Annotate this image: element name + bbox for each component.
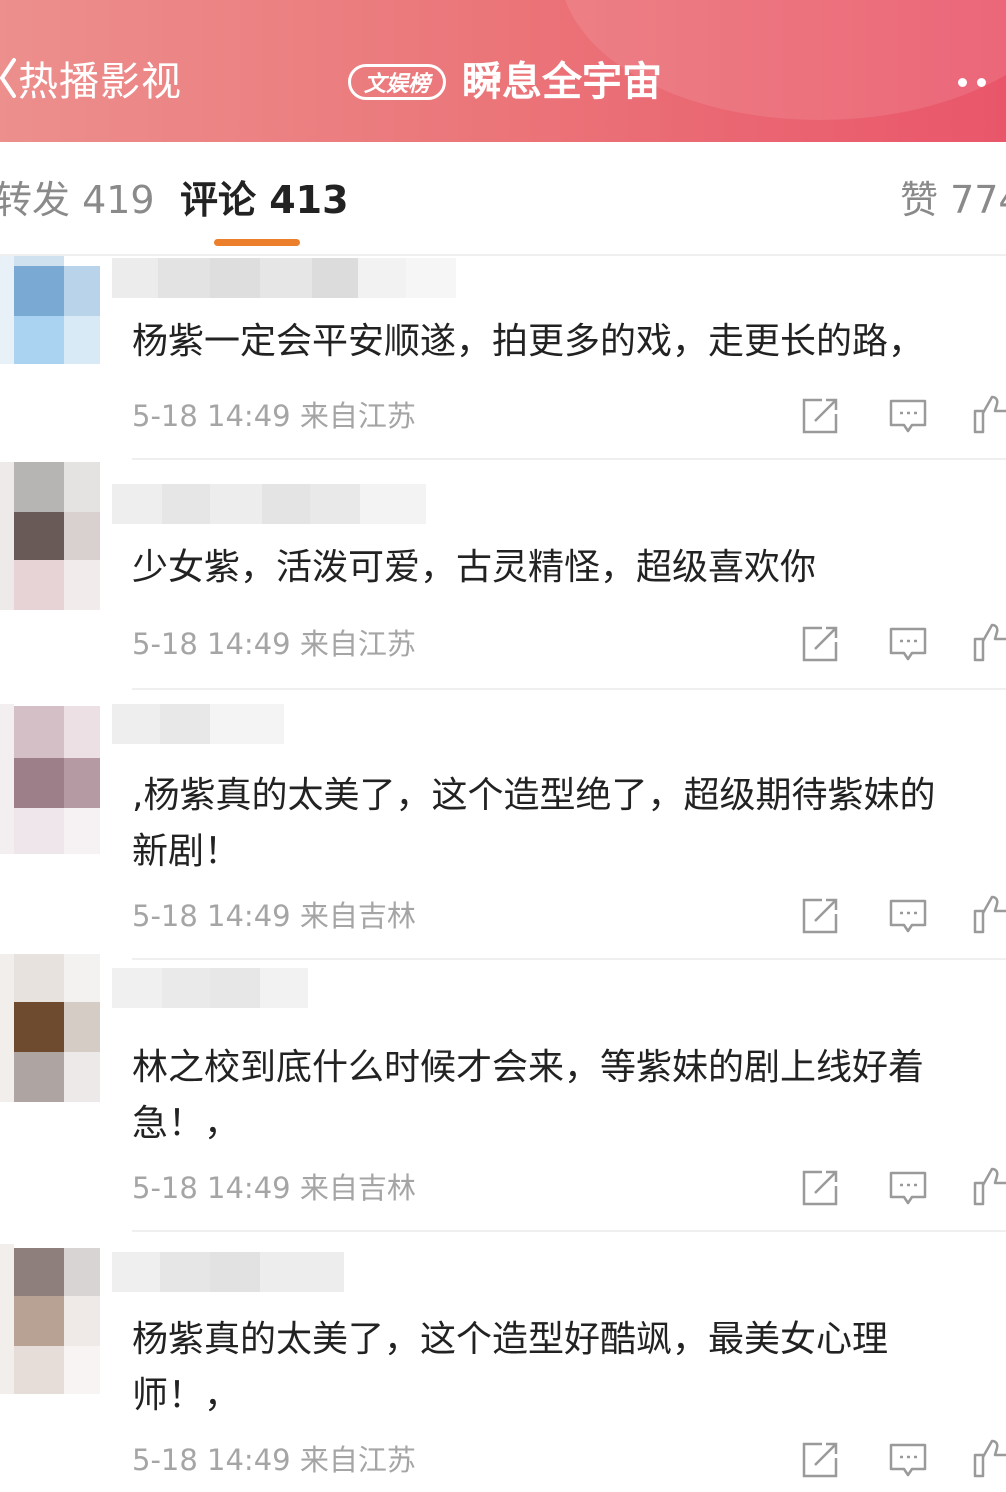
comment-item: 林之校到底什么时候才会来，等紫妹的剧上线好着 急！， 5-18 14:49 来自… — [0, 954, 1006, 1232]
username-blurred[interactable] — [112, 258, 456, 298]
comment-item: 少女紫，活泼可爱，古灵精怪，超级喜欢你 5-18 14:49 来自江苏 — [0, 462, 1006, 690]
username-blurred[interactable] — [112, 968, 308, 1008]
comment-item: 杨紫真的太美了，这个造型好酷飒，最美女心理 师！， 5-18 14:49 来自江… — [0, 1244, 1006, 1492]
share-icon[interactable] — [800, 1440, 840, 1480]
username-blurred[interactable] — [112, 484, 426, 524]
avatar[interactable] — [0, 1244, 100, 1394]
topic-title: 瞬息全宇宙 — [462, 59, 662, 105]
comment-meta: 5-18 14:49 来自江苏 — [132, 1440, 416, 1480]
reply-icon[interactable] — [888, 396, 928, 436]
comment-time: 5-18 14:49 — [132, 1443, 291, 1477]
more-options-icon[interactable] — [958, 72, 1006, 92]
reply-icon[interactable] — [888, 1440, 928, 1480]
comment-divider — [132, 688, 1006, 690]
comment-text: ,杨紫真的太美了，这个造型绝了，超级期待紫妹的 新剧！ — [132, 775, 936, 872]
avatar[interactable] — [0, 256, 100, 406]
comment-divider — [132, 458, 1006, 460]
comment-time: 5-18 14:49 — [132, 899, 291, 933]
like-icon[interactable] — [972, 1438, 1006, 1478]
like-icon[interactable] — [972, 622, 1006, 662]
like-icon[interactable] — [972, 394, 1006, 434]
share-icon[interactable] — [800, 1168, 840, 1208]
comment-text: 杨紫一定会平安顺遂，拍更多的戏，走更长的路， — [132, 321, 925, 362]
comment-text: 杨紫真的太美了，这个造型好酷飒，最美女心理 师！， — [132, 1319, 889, 1416]
comment-location: 来自吉林 — [299, 899, 416, 933]
comment-time: 5-18 14:49 — [132, 1171, 291, 1205]
avatar[interactable] — [0, 462, 100, 612]
share-icon[interactable] — [800, 624, 840, 664]
comment-meta: 5-18 14:49 来自吉林 — [132, 1168, 416, 1208]
comment-meta: 5-18 14:49 来自江苏 — [132, 624, 416, 664]
reply-icon[interactable] — [888, 896, 928, 936]
comment-text: 少女紫，活泼可爱，古灵精怪，超级喜欢你 — [132, 547, 817, 588]
share-icon[interactable] — [800, 896, 840, 936]
comment-item: ,杨紫真的太美了，这个造型绝了，超级期待紫妹的 新剧！ 5-18 14:49 来… — [0, 704, 1006, 960]
tab-bar: 转发 419 评论 413 赞 774 — [0, 142, 1006, 254]
comment-location: 来自江苏 — [299, 1443, 416, 1477]
back-arrow-icon[interactable] — [0, 58, 16, 98]
tab-repost[interactable]: 转发 419 — [0, 174, 155, 226]
reply-icon[interactable] — [888, 1168, 928, 1208]
like-icon[interactable] — [972, 1166, 1006, 1206]
top-bar: 热播影视 文娱榜 瞬息全宇宙 — [0, 0, 1006, 142]
comment-item: 杨紫一定会平安顺遂，拍更多的戏，走更长的路， 5-18 14:49 来自江苏 — [0, 256, 1006, 462]
share-icon[interactable] — [800, 396, 840, 436]
like-icon[interactable] — [972, 894, 1006, 934]
avatar[interactable] — [0, 704, 100, 854]
comment-divider — [132, 1230, 1006, 1232]
tab-likes[interactable]: 赞 774 — [900, 174, 1006, 226]
username-blurred[interactable] — [112, 1252, 344, 1292]
tab-comments[interactable]: 评论 413 — [180, 174, 349, 226]
comment-location: 来自江苏 — [299, 627, 416, 661]
reply-icon[interactable] — [888, 624, 928, 664]
header-title[interactable]: 热播影视 — [18, 56, 182, 108]
comment-time: 5-18 14:49 — [132, 627, 291, 661]
comment-meta: 5-18 14:49 来自江苏 — [132, 396, 416, 436]
avatar[interactable] — [0, 954, 100, 1104]
active-tab-indicator — [214, 239, 300, 246]
comment-location: 来自吉林 — [299, 1171, 416, 1205]
comment-time: 5-18 14:49 — [132, 399, 291, 433]
comment-text: 林之校到底什么时候才会来，等紫妹的剧上线好着 急！， — [132, 1047, 925, 1144]
comment-meta: 5-18 14:49 来自吉林 — [132, 896, 416, 936]
comment-location: 来自江苏 — [299, 399, 416, 433]
ranking-badge: 文娱榜 — [348, 64, 446, 100]
username-blurred[interactable] — [112, 704, 284, 744]
